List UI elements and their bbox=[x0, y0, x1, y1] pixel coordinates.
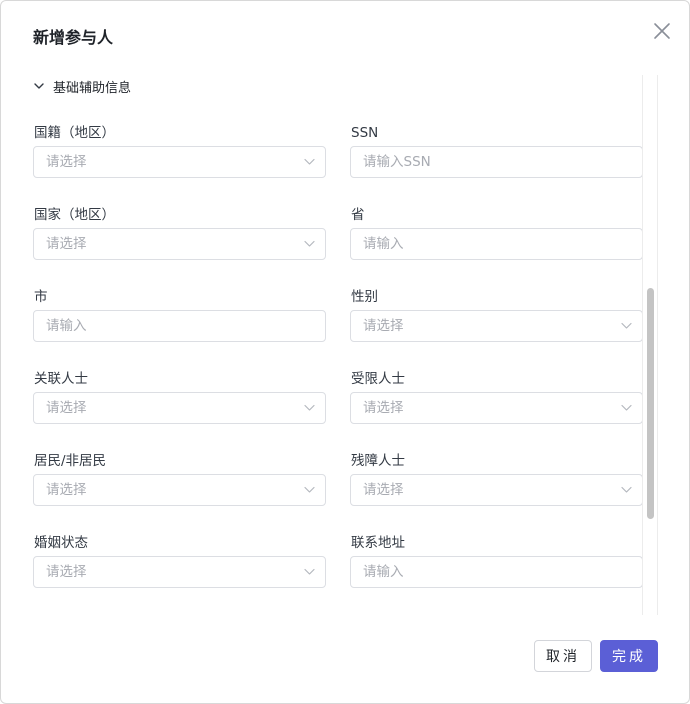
select-field[interactable]: 请选择 bbox=[350, 474, 643, 506]
chevron-down-icon bbox=[621, 486, 632, 493]
field-label: 残障人士 bbox=[351, 453, 405, 469]
select-field[interactable]: 请选择 bbox=[350, 310, 643, 342]
done-button[interactable]: 完成 bbox=[600, 640, 658, 672]
section-title: 基础辅助信息 bbox=[53, 80, 132, 96]
field-label: 婚姻状态 bbox=[34, 535, 88, 551]
placeholder-text: 请选择 bbox=[46, 236, 87, 252]
scrollbar-thumb[interactable] bbox=[647, 288, 654, 519]
select-field[interactable]: 请选择 bbox=[33, 474, 326, 506]
field-label: 性别 bbox=[351, 289, 378, 305]
chevron-down-icon bbox=[621, 404, 632, 411]
select-field[interactable]: 请选择 bbox=[33, 392, 326, 424]
field-label: SSN bbox=[351, 125, 379, 141]
chevron-down-icon bbox=[304, 486, 315, 493]
close-icon[interactable] bbox=[651, 20, 673, 42]
select-field[interactable]: 请选择 bbox=[350, 392, 643, 424]
add-participant-dialog: 新增参与人 基础辅助信息 国籍（地区） 请选择 SSN 请输入SSN 国家（地区） 请选择… bbox=[0, 0, 690, 704]
placeholder-text: 请输入SSN bbox=[363, 154, 431, 170]
select-field[interactable]: 请选择 bbox=[33, 556, 326, 588]
placeholder-text: 请输入 bbox=[363, 236, 404, 252]
placeholder-text: 请输入 bbox=[363, 564, 404, 580]
select-field[interactable]: 请选择 bbox=[33, 146, 326, 178]
text-input[interactable]: 请输入 bbox=[350, 556, 643, 588]
placeholder-text: 请输入 bbox=[46, 318, 87, 334]
text-input[interactable]: 请输入 bbox=[33, 310, 326, 342]
field-label: 关联人士 bbox=[34, 371, 88, 387]
placeholder-text: 请选择 bbox=[46, 564, 87, 580]
placeholder-text: 请选择 bbox=[46, 400, 87, 416]
section-toggle[interactable]: 基础辅助信息 bbox=[33, 75, 131, 97]
chevron-down-icon bbox=[621, 322, 632, 329]
field-label: 市 bbox=[34, 289, 48, 305]
chevron-down-icon bbox=[304, 568, 315, 575]
cancel-button[interactable]: 取消 bbox=[534, 640, 592, 672]
field-label: 省 bbox=[351, 207, 365, 223]
select-field[interactable]: 请选择 bbox=[33, 228, 326, 260]
dialog-title: 新增参与人 bbox=[33, 28, 114, 47]
chevron-down-icon bbox=[304, 158, 315, 165]
field-label: 国家（地区） bbox=[34, 207, 115, 223]
placeholder-text: 请选择 bbox=[363, 482, 404, 498]
field-label: 国籍（地区） bbox=[34, 125, 115, 141]
text-input[interactable]: 请输入 bbox=[350, 228, 643, 260]
chevron-down-icon bbox=[34, 83, 44, 89]
placeholder-text: 请选择 bbox=[46, 482, 87, 498]
placeholder-text: 请选择 bbox=[363, 400, 404, 416]
dialog-body: 基础辅助信息 国籍（地区） 请选择 SSN 请输入SSN 国家（地区） 请选择省请输入市请… bbox=[1, 73, 690, 617]
text-input[interactable]: 请输入SSN bbox=[350, 146, 643, 178]
field-label: 居民/非居民 bbox=[34, 453, 107, 469]
field-label: 联系地址 bbox=[351, 535, 405, 551]
chevron-down-icon bbox=[304, 404, 315, 411]
chevron-down-icon bbox=[304, 240, 315, 247]
placeholder-text: 请选择 bbox=[46, 154, 87, 170]
field-label: 受限人士 bbox=[351, 371, 405, 387]
placeholder-text: 请选择 bbox=[363, 318, 404, 334]
